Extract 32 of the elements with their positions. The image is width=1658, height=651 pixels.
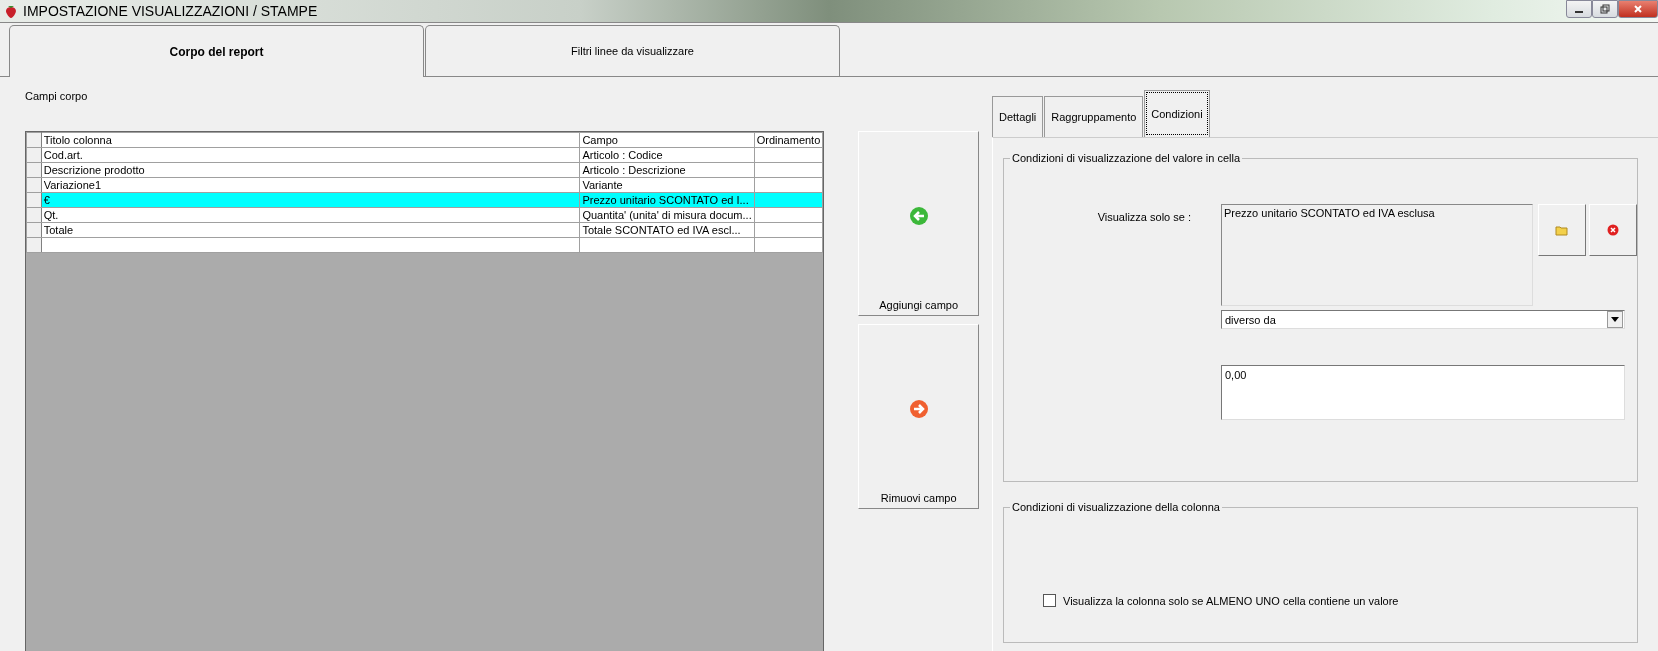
column-header[interactable]: Ordinamento [754, 132, 823, 148]
tab[interactable]: Filtri linee da visualizzare [425, 25, 840, 76]
minimize-icon [1575, 11, 1583, 13]
action-button[interactable]: Rimuovi campo [858, 324, 979, 509]
browse-button[interactable] [1538, 204, 1586, 256]
delete-icon [1607, 224, 1619, 236]
operator-dropdown[interactable]: diverso da [1221, 310, 1625, 329]
strawberry-icon [3, 3, 19, 19]
tab[interactable]: Raggruppamento [1044, 96, 1144, 137]
close-icon [1633, 4, 1643, 14]
column-header[interactable]: Titolo colonna [41, 132, 580, 148]
section-label: Campi corpo [25, 90, 89, 104]
restore-button[interactable] [1592, 0, 1618, 18]
action-button[interactable]: Aggiungi campo [858, 131, 979, 316]
tab[interactable]: Condizioni [1144, 90, 1210, 137]
window-title: IMPOSTAZIONE VISUALIZZAZIONI / STAMPE [23, 3, 319, 19]
value-field[interactable]: 0,00 [1221, 365, 1625, 420]
restore-icon [1600, 4, 1610, 14]
column-header[interactable]: Campo [579, 132, 755, 148]
tab[interactable]: Dettagli [992, 96, 1044, 137]
group-title: Condizioni di visualizzazione della colonna [1010, 501, 1222, 513]
checkbox[interactable] [1043, 594, 1056, 607]
field-display: Prezzo unitario SCONTATO ed IVA esclusa [1221, 204, 1533, 306]
close-button[interactable] [1618, 0, 1658, 18]
minimize-button[interactable] [1566, 0, 1592, 18]
field-label: Visualizza solo se : [1096, 210, 1192, 223]
checkbox-label: Visualizza la colonna solo se ALMENO UNO cella contiene un valore [1063, 594, 1399, 607]
group-title: Condizioni di visualizzazione del valore in cella [1010, 152, 1243, 164]
delete-button[interactable] [1589, 204, 1637, 256]
folder-icon [1555, 224, 1569, 236]
tab[interactable]: Corpo del report [9, 25, 424, 77]
caret-icon [1611, 317, 1619, 322]
